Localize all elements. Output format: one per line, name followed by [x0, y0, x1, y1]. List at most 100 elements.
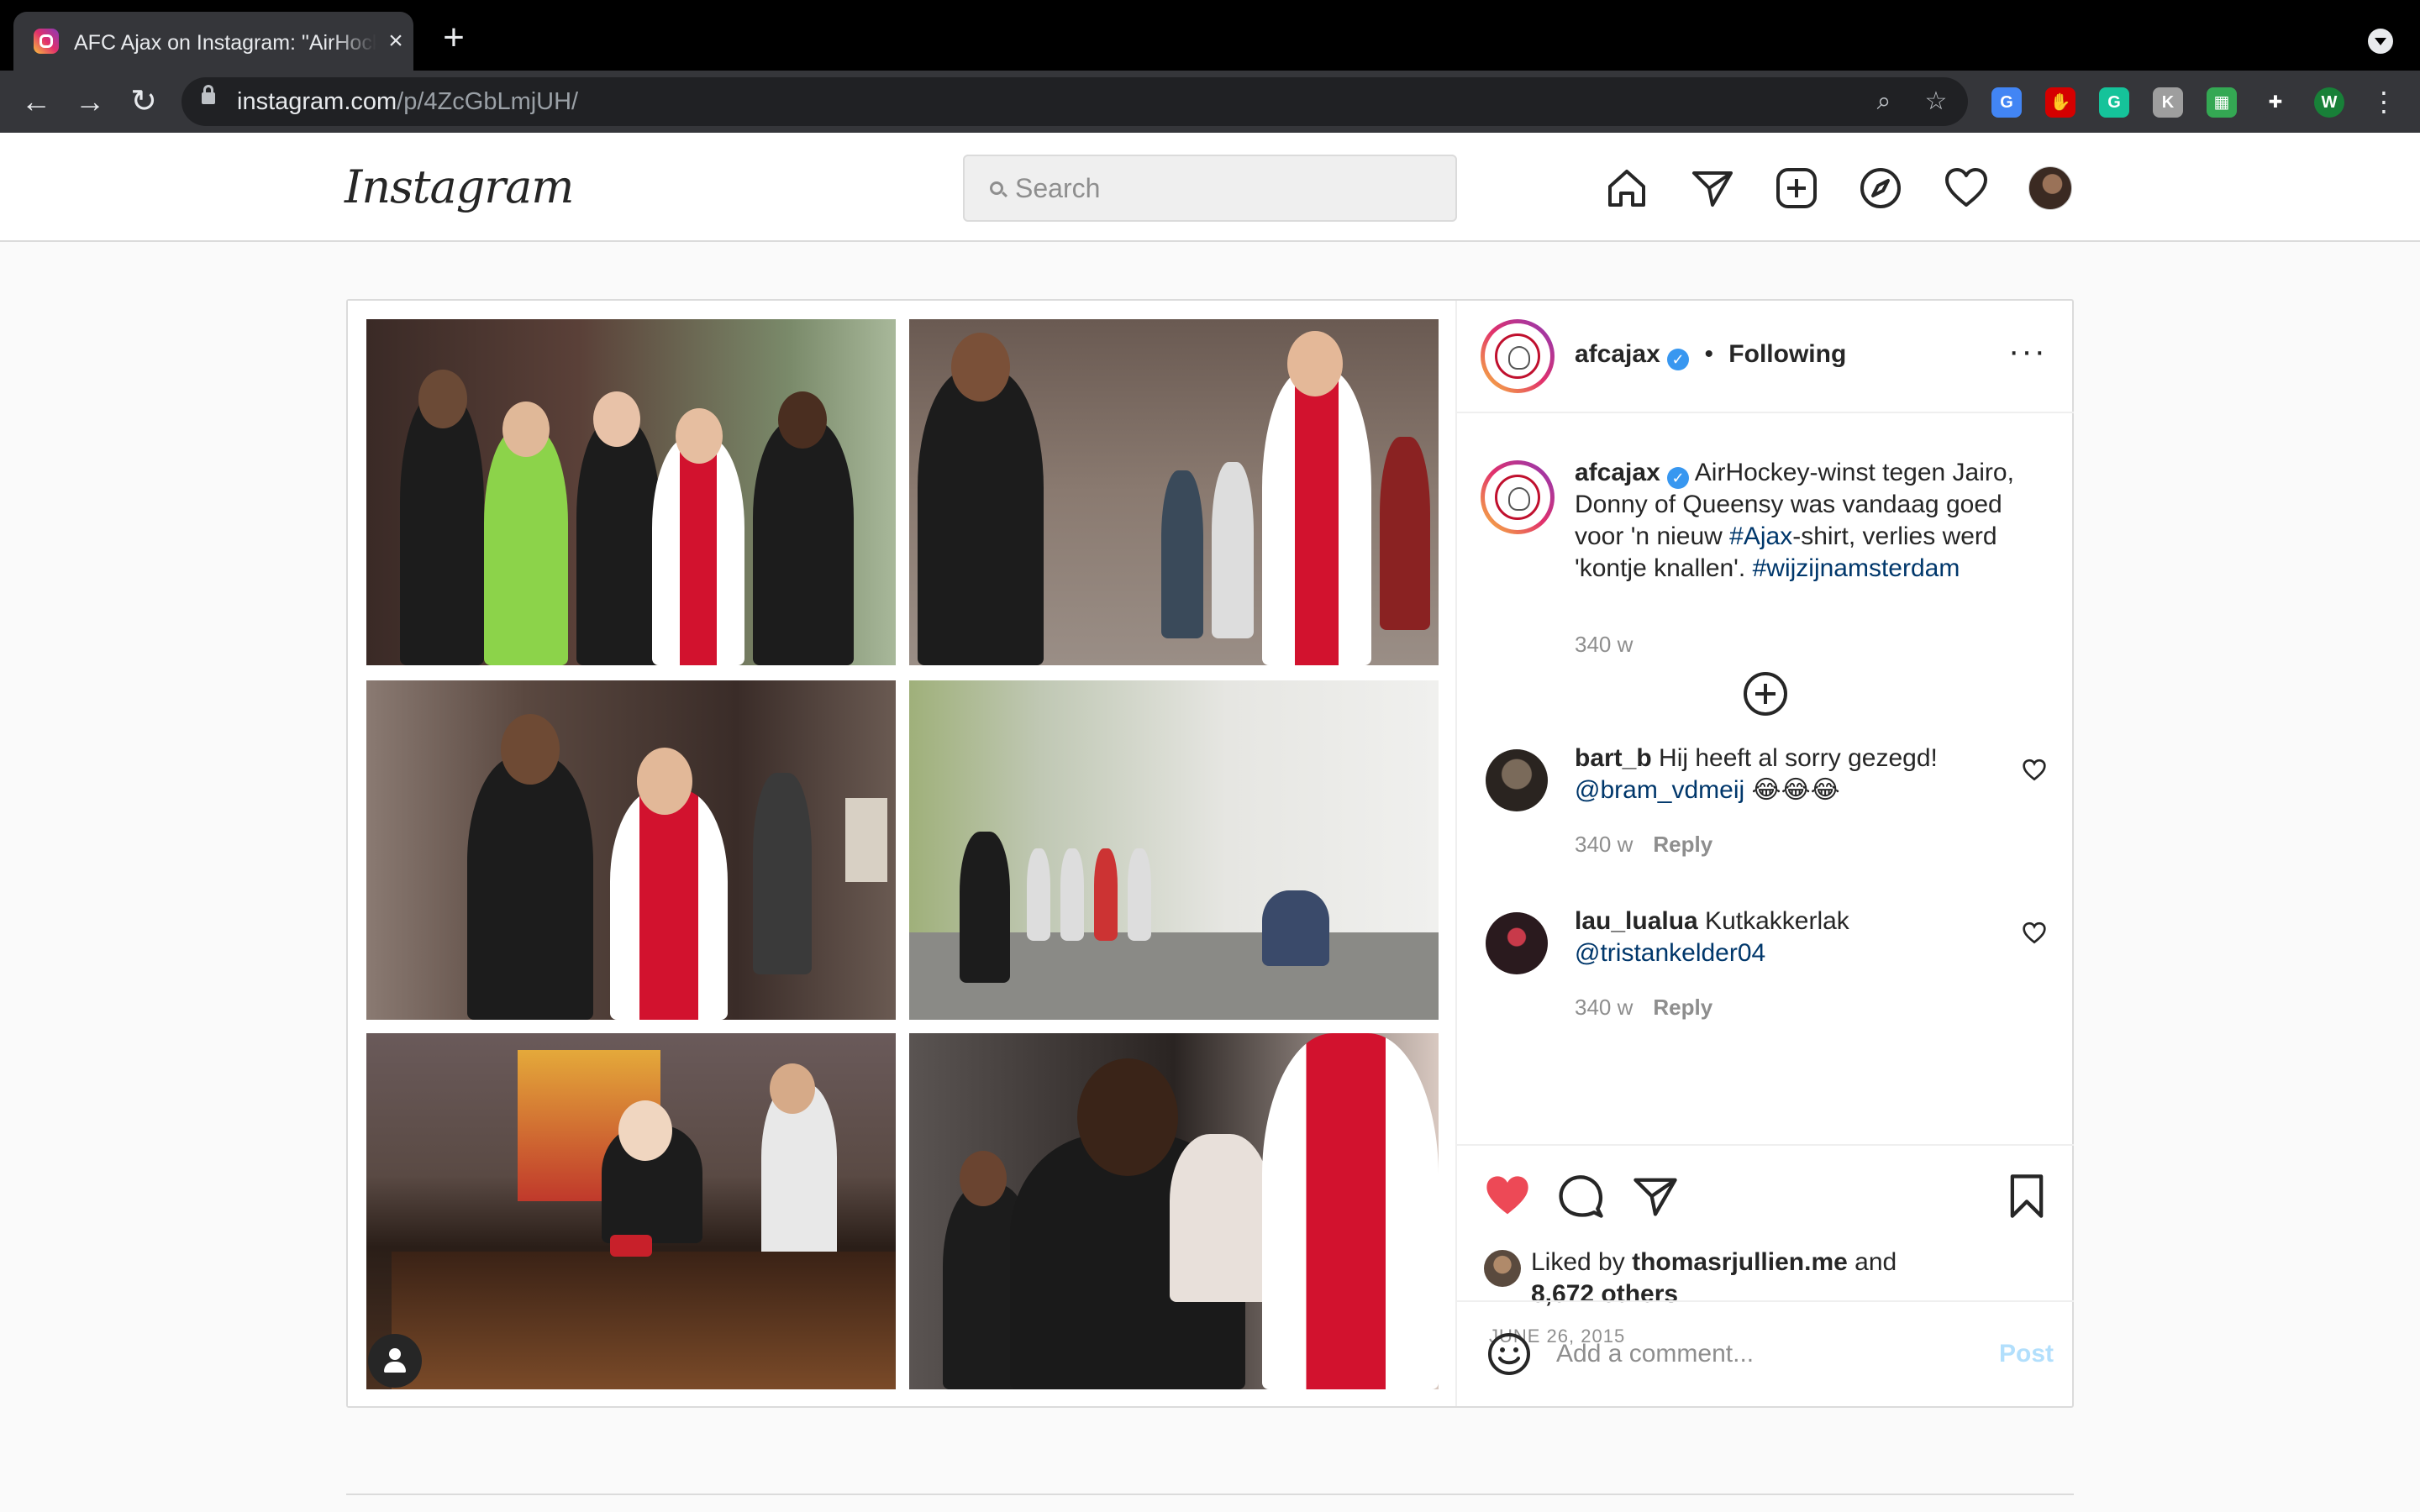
author-avatar-inner [1485, 323, 1550, 389]
comment-bubble-icon[interactable] [1556, 1171, 1607, 1221]
search-box[interactable] [963, 155, 1457, 222]
separator-dot: • [1704, 340, 1713, 368]
comment-emoji-1: 😂😂😂 [1744, 776, 1840, 804]
tab-title: AFC Ajax on Instagram: "AirHockey-winst … [74, 31, 376, 55]
url-path: /p/4ZcGbLmjUH/ [397, 88, 579, 115]
url-text: instagram.com/p/4ZcGbLmjUH/ [237, 87, 578, 116]
new-post-icon[interactable] [1773, 165, 1820, 212]
save-bookmark-icon[interactable] [2002, 1171, 2052, 1221]
caption-avatar-inner [1485, 465, 1550, 530]
photo-alley-football [909, 680, 1439, 1020]
comment-avatar-lau-lualua[interactable] [1486, 912, 1548, 974]
author-avatar[interactable] [1481, 319, 1555, 393]
post-author-line: afcajax ✓ • Following [1575, 338, 1846, 371]
tagged-people-icon[interactable] [368, 1334, 422, 1388]
direct-message-icon[interactable] [1689, 165, 1736, 212]
instagram-logo[interactable]: Instagram [345, 158, 575, 217]
tab-close-icon[interactable]: × [383, 29, 408, 54]
footer-divider [346, 1494, 2074, 1495]
photo-arcade-entrance [366, 680, 896, 1020]
author-username[interactable]: afcajax [1575, 340, 1660, 368]
comment-mention-1[interactable]: @bram_vdmeij [1575, 776, 1744, 804]
photo-group-shirts [366, 319, 896, 665]
ajax-crest-icon [1495, 333, 1540, 379]
comment-age-1[interactable]: 340 w [1575, 832, 1633, 857]
like-comment-heart-icon[interactable] [2022, 758, 2047, 783]
reload-icon[interactable]: ↻ [126, 84, 161, 119]
forward-icon[interactable]: → [72, 84, 108, 119]
photo-collage[interactable] [348, 301, 1455, 1406]
maps-extension-icon[interactable]: ▦ [2207, 87, 2237, 118]
more-options-icon[interactable]: ··· [2007, 334, 2049, 368]
comments-list: afcajax ✓ AirHockey-winst tegen Jairo, D… [1457, 413, 2074, 1144]
search-icon [990, 181, 1003, 195]
zoom-icon[interactable]: ⌕ [1869, 87, 1899, 117]
like-comment-heart-icon[interactable] [2022, 921, 2047, 946]
comment-body-2: Kutkakkerlak [1697, 907, 1849, 935]
instagram-header: Instagram [0, 133, 2420, 242]
liker-avatar[interactable] [1484, 1250, 1521, 1287]
comment-meta-1: 340 w Reply [1575, 832, 1712, 858]
address-bar[interactable]: instagram.com/p/4ZcGbLmjUH/ ⌕ ☆ [182, 77, 1968, 126]
profile-avatar[interactable]: W [2314, 87, 2344, 118]
share-send-icon[interactable] [1630, 1171, 1681, 1221]
grammarly-extension-icon[interactable]: G [2099, 87, 2129, 118]
browser-menu-icon[interactable]: ⋮ [2366, 84, 2402, 119]
like-heart-filled-icon[interactable] [1482, 1171, 1533, 1221]
tab-search-icon[interactable] [2368, 29, 2393, 54]
caption-age[interactable]: 340 w [1575, 632, 1633, 658]
comment-body-1: Hij heeft al sorry gezegd! [1651, 744, 1938, 772]
comment-text-1: bart_b Hij heeft al sorry gezegd! @bram_… [1575, 743, 2028, 806]
explore-compass-icon[interactable] [1857, 165, 1904, 212]
photo-street-game [909, 319, 1439, 665]
profile-avatar-nav[interactable] [2028, 166, 2072, 210]
liked-by-prefix: Liked by [1531, 1248, 1633, 1276]
reply-button-1[interactable]: Reply [1653, 832, 1712, 857]
post-header: afcajax ✓ • Following ··· [1457, 301, 2074, 413]
back-icon[interactable]: ← [18, 84, 54, 119]
following-button[interactable]: Following [1728, 340, 1846, 368]
photo-autograph [909, 1033, 1439, 1389]
lock-icon [202, 85, 215, 104]
bookmark-star-icon[interactable]: ☆ [1921, 87, 1951, 117]
load-more-comments-icon[interactable] [1742, 670, 1789, 717]
liked-by-and: and [1847, 1248, 1897, 1276]
post-sidebar: afcajax ✓ • Following ··· afcajax ✓ AirH… [1455, 301, 2074, 1406]
comment-avatar-bart-b[interactable] [1486, 749, 1548, 811]
comment-username-2[interactable]: lau_lualua [1575, 907, 1698, 935]
browser-tab[interactable]: AFC Ajax on Instagram: "AirHockey-winst … [13, 12, 413, 71]
comment-username-1[interactable]: bart_b [1575, 744, 1652, 772]
reply-button-2[interactable]: Reply [1653, 995, 1712, 1020]
search-input[interactable] [1015, 171, 1435, 205]
url-host: instagram.com [237, 88, 397, 115]
post-comment-button[interactable]: Post [1978, 1336, 2054, 1373]
caption-text: afcajax ✓ AirHockey-winst tegen Jairo, D… [1575, 457, 2054, 585]
browser-toolbar: ← → ↻ instagram.com/p/4ZcGbLmjUH/ ⌕ ☆ W … [0, 71, 2420, 133]
hashtag-ajax[interactable]: #Ajax [1729, 522, 1792, 550]
liked-by-user[interactable]: thomasrjullien.me [1632, 1248, 1848, 1276]
add-comment-bar: Post [1457, 1300, 2074, 1406]
new-tab-icon[interactable]: + [437, 19, 471, 56]
verified-badge-icon: ✓ [1667, 349, 1690, 370]
caption-username[interactable]: afcajax [1575, 459, 1660, 486]
comment-mention-2[interactable]: @tristankelder04 [1575, 939, 1765, 967]
post-card: afcajax ✓ • Following ··· afcajax ✓ AirH… [346, 299, 2074, 1408]
comment-text-2: lau_lualua Kutkakkerlak @tristankelder04 [1575, 906, 2028, 969]
verified-badge-icon: ✓ [1667, 467, 1690, 489]
photo-airhockey [366, 1033, 896, 1389]
caption-author-avatar[interactable] [1481, 460, 1555, 534]
ajax-crest-icon [1495, 475, 1540, 520]
clipboard-extension-icon[interactable]: K [2153, 87, 2183, 118]
activity-heart-icon[interactable] [1943, 165, 1990, 212]
extensions-extension-icon[interactable]: ✚ [2260, 87, 2291, 118]
adblock-extension-icon[interactable]: ✋ [2045, 87, 2075, 118]
comment-meta-2: 340 w Reply [1575, 995, 1712, 1021]
emoji-smiley-icon[interactable] [1486, 1331, 1533, 1378]
home-icon[interactable] [1603, 165, 1650, 212]
hashtag-wijzijnamsterdam[interactable]: #wijzijnamsterdam [1753, 554, 1960, 582]
add-comment-input[interactable] [1556, 1336, 1960, 1373]
comment-age-2[interactable]: 340 w [1575, 995, 1633, 1020]
instagram-favicon-icon [34, 29, 59, 54]
translate-extension-icon[interactable]: G [1991, 87, 2022, 118]
browser-tabstrip: AFC Ajax on Instagram: "AirHockey-winst … [0, 0, 2420, 71]
